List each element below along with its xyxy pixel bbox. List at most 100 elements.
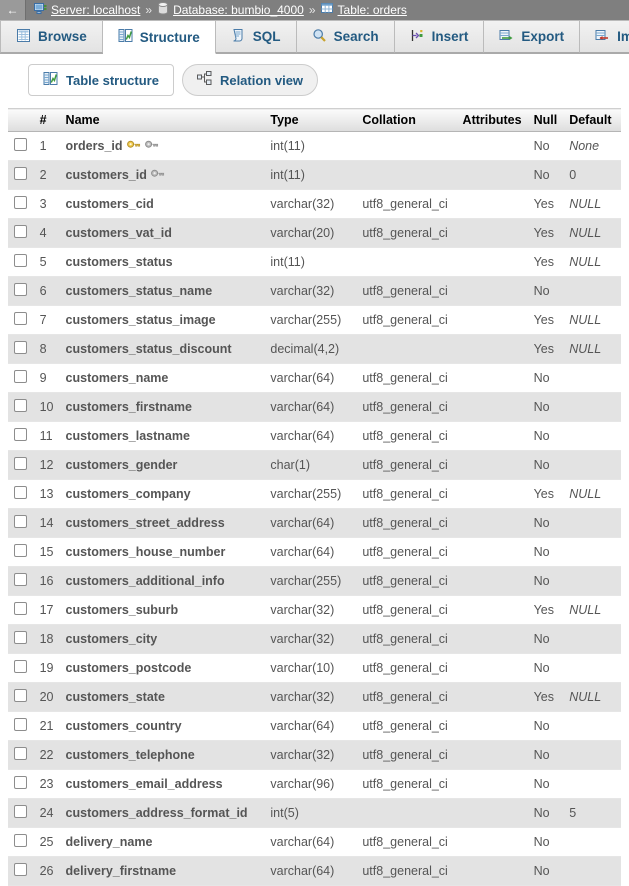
column-header-index[interactable]: # — [33, 108, 60, 132]
row-column-name[interactable]: customers_status — [59, 247, 265, 277]
row-select-cell[interactable] — [8, 827, 34, 857]
row-checkbox[interactable] — [14, 428, 28, 441]
table-row[interactable]: 8 customers_status_discount decimal(4,2) Ye… — [8, 334, 621, 364]
table-row[interactable]: 6 customers_status_name varchar(32) utf8_ge… — [8, 276, 621, 306]
row-select-cell[interactable] — [8, 276, 34, 306]
row-select-cell[interactable] — [8, 682, 34, 712]
column-header-null[interactable]: Null — [527, 108, 564, 132]
table-row[interactable]: 12 customers_gender char(1) utf8_general_ci… — [8, 450, 621, 480]
tab-insert[interactable]: Insert — [394, 20, 485, 53]
row-checkbox[interactable] — [14, 573, 28, 586]
tab-export[interactable]: Export — [484, 20, 581, 53]
row-column-name[interactable]: customers_email_address — [59, 769, 265, 799]
table-row[interactable]: 21 customers_country varchar(64) utf8_gener… — [8, 711, 621, 741]
row-column-name[interactable]: customers_house_number — [59, 537, 265, 567]
row-column-name[interactable]: customers_cid — [59, 189, 265, 219]
row-select-cell[interactable] — [8, 218, 34, 248]
row-column-name[interactable]: customers_firstname — [59, 392, 265, 422]
table-row[interactable]: 19 customers_postcode varchar(10) utf8_gene… — [8, 653, 621, 683]
row-checkbox[interactable] — [14, 776, 28, 789]
row-column-name[interactable]: customers_additional_info — [59, 566, 265, 596]
column-header-attributes[interactable]: Attributes — [456, 108, 528, 132]
row-checkbox[interactable] — [14, 544, 28, 557]
row-select-cell[interactable] — [8, 624, 34, 654]
row-checkbox[interactable] — [14, 370, 28, 383]
row-column-name[interactable]: customers_company — [59, 479, 265, 509]
back-button[interactable]: ← — [0, 0, 26, 20]
row-checkbox[interactable] — [14, 660, 28, 673]
table-row[interactable]: 3 customers_cid varchar(32) utf8_general_ci… — [8, 189, 621, 219]
row-column-name[interactable]: customers_id — [59, 160, 265, 190]
row-column-name[interactable]: customers_vat_id — [59, 218, 265, 248]
table-row[interactable]: 5 customers_status int(11) Yes NULL — [8, 247, 621, 277]
row-checkbox[interactable] — [14, 283, 28, 296]
row-select-cell[interactable] — [8, 595, 34, 625]
row-select-cell[interactable] — [8, 537, 34, 567]
table-row[interactable]: 18 customers_city varchar(32) utf8_general_… — [8, 624, 621, 654]
row-select-cell[interactable] — [8, 247, 34, 277]
table-row[interactable]: 25 delivery_name varchar(64) utf8_general_c… — [8, 827, 621, 857]
row-column-name[interactable]: customers_gender — [59, 450, 265, 480]
tab-structure[interactable]: Structure — [102, 20, 216, 54]
row-checkbox[interactable] — [14, 805, 28, 818]
row-checkbox[interactable] — [14, 718, 28, 731]
row-column-name[interactable]: customers_country — [59, 711, 265, 741]
row-checkbox[interactable] — [14, 254, 28, 267]
row-column-name[interactable]: customers_city — [59, 624, 265, 654]
table-row[interactable]: 22 customers_telephone varchar(32) utf8_gen… — [8, 740, 621, 770]
tab-browse[interactable]: Browse — [0, 20, 103, 53]
column-header-name[interactable]: Name — [59, 108, 265, 132]
breadcrumb-server[interactable]: Server: localhost — [51, 3, 140, 17]
row-select-cell[interactable] — [8, 305, 34, 335]
row-checkbox[interactable] — [14, 863, 28, 876]
row-select-cell[interactable] — [8, 160, 34, 190]
row-select-cell[interactable] — [8, 392, 34, 422]
table-row[interactable]: 15 customers_house_number varchar(64) utf8_… — [8, 537, 621, 567]
subtab-relation-view[interactable]: Relation view — [181, 64, 319, 96]
row-column-name[interactable]: customers_status_image — [59, 305, 265, 335]
row-select-cell[interactable] — [8, 740, 34, 770]
row-select-cell[interactable] — [8, 856, 34, 886]
row-checkbox[interactable] — [14, 689, 28, 702]
row-column-name[interactable]: delivery_name — [59, 827, 265, 857]
row-select-cell[interactable] — [8, 421, 34, 451]
row-select-cell[interactable] — [8, 479, 34, 509]
row-checkbox[interactable] — [14, 138, 28, 151]
tab-search[interactable]: Search — [296, 20, 395, 53]
row-checkbox[interactable] — [14, 225, 28, 238]
row-checkbox[interactable] — [14, 747, 28, 760]
row-select-cell[interactable] — [8, 363, 34, 393]
tab-sql[interactable]: SQL — [215, 20, 297, 53]
table-row[interactable]: 24 customers_address_format_id int(5) No 5 — [8, 798, 621, 828]
row-select-cell[interactable] — [8, 334, 34, 364]
row-column-name[interactable]: customers_state — [59, 682, 265, 712]
row-column-name[interactable]: customers_street_address — [59, 508, 265, 538]
table-row[interactable]: 13 customers_company varchar(255) utf8_gene… — [8, 479, 621, 509]
row-column-name[interactable]: customers_address_format_id — [59, 798, 265, 828]
subtab-table-structure[interactable]: Table structure — [28, 64, 174, 96]
table-row[interactable]: 7 customers_status_image varchar(255) utf8_… — [8, 305, 621, 335]
row-column-name[interactable]: customers_name — [59, 363, 265, 393]
row-checkbox[interactable] — [14, 602, 28, 615]
row-select-cell[interactable] — [8, 798, 34, 828]
row-checkbox[interactable] — [14, 631, 28, 644]
table-row[interactable]: 14 customers_street_address varchar(64) utf… — [8, 508, 621, 538]
table-row[interactable]: 10 customers_firstname varchar(64) utf8_gen… — [8, 392, 621, 422]
row-column-name[interactable]: customers_telephone — [59, 740, 265, 770]
table-row[interactable]: 23 customers_email_address varchar(96) utf8… — [8, 769, 621, 799]
table-row[interactable]: 1 orders_id int(11) No None — [8, 131, 621, 161]
row-column-name[interactable]: customers_suburb — [59, 595, 265, 625]
row-column-name[interactable]: customers_lastname — [59, 421, 265, 451]
table-row[interactable]: 4 customers_vat_id varchar(20) utf8_general… — [8, 218, 621, 248]
table-row[interactable]: 26 delivery_firstname varchar(64) utf8_gene… — [8, 856, 621, 886]
row-column-name[interactable]: customers_status_discount — [59, 334, 265, 364]
row-checkbox[interactable] — [14, 834, 28, 847]
row-select-cell[interactable] — [8, 508, 34, 538]
row-checkbox[interactable] — [14, 341, 28, 354]
row-column-name[interactable]: customers_postcode — [59, 653, 265, 683]
table-row[interactable]: 11 customers_lastname varchar(64) utf8_gene… — [8, 421, 621, 451]
row-select-cell[interactable] — [8, 189, 34, 219]
breadcrumb-table[interactable]: Table: orders — [338, 3, 407, 17]
table-row[interactable]: 20 customers_state varchar(32) utf8_general… — [8, 682, 621, 712]
column-header-collation[interactable]: Collation — [356, 108, 457, 132]
